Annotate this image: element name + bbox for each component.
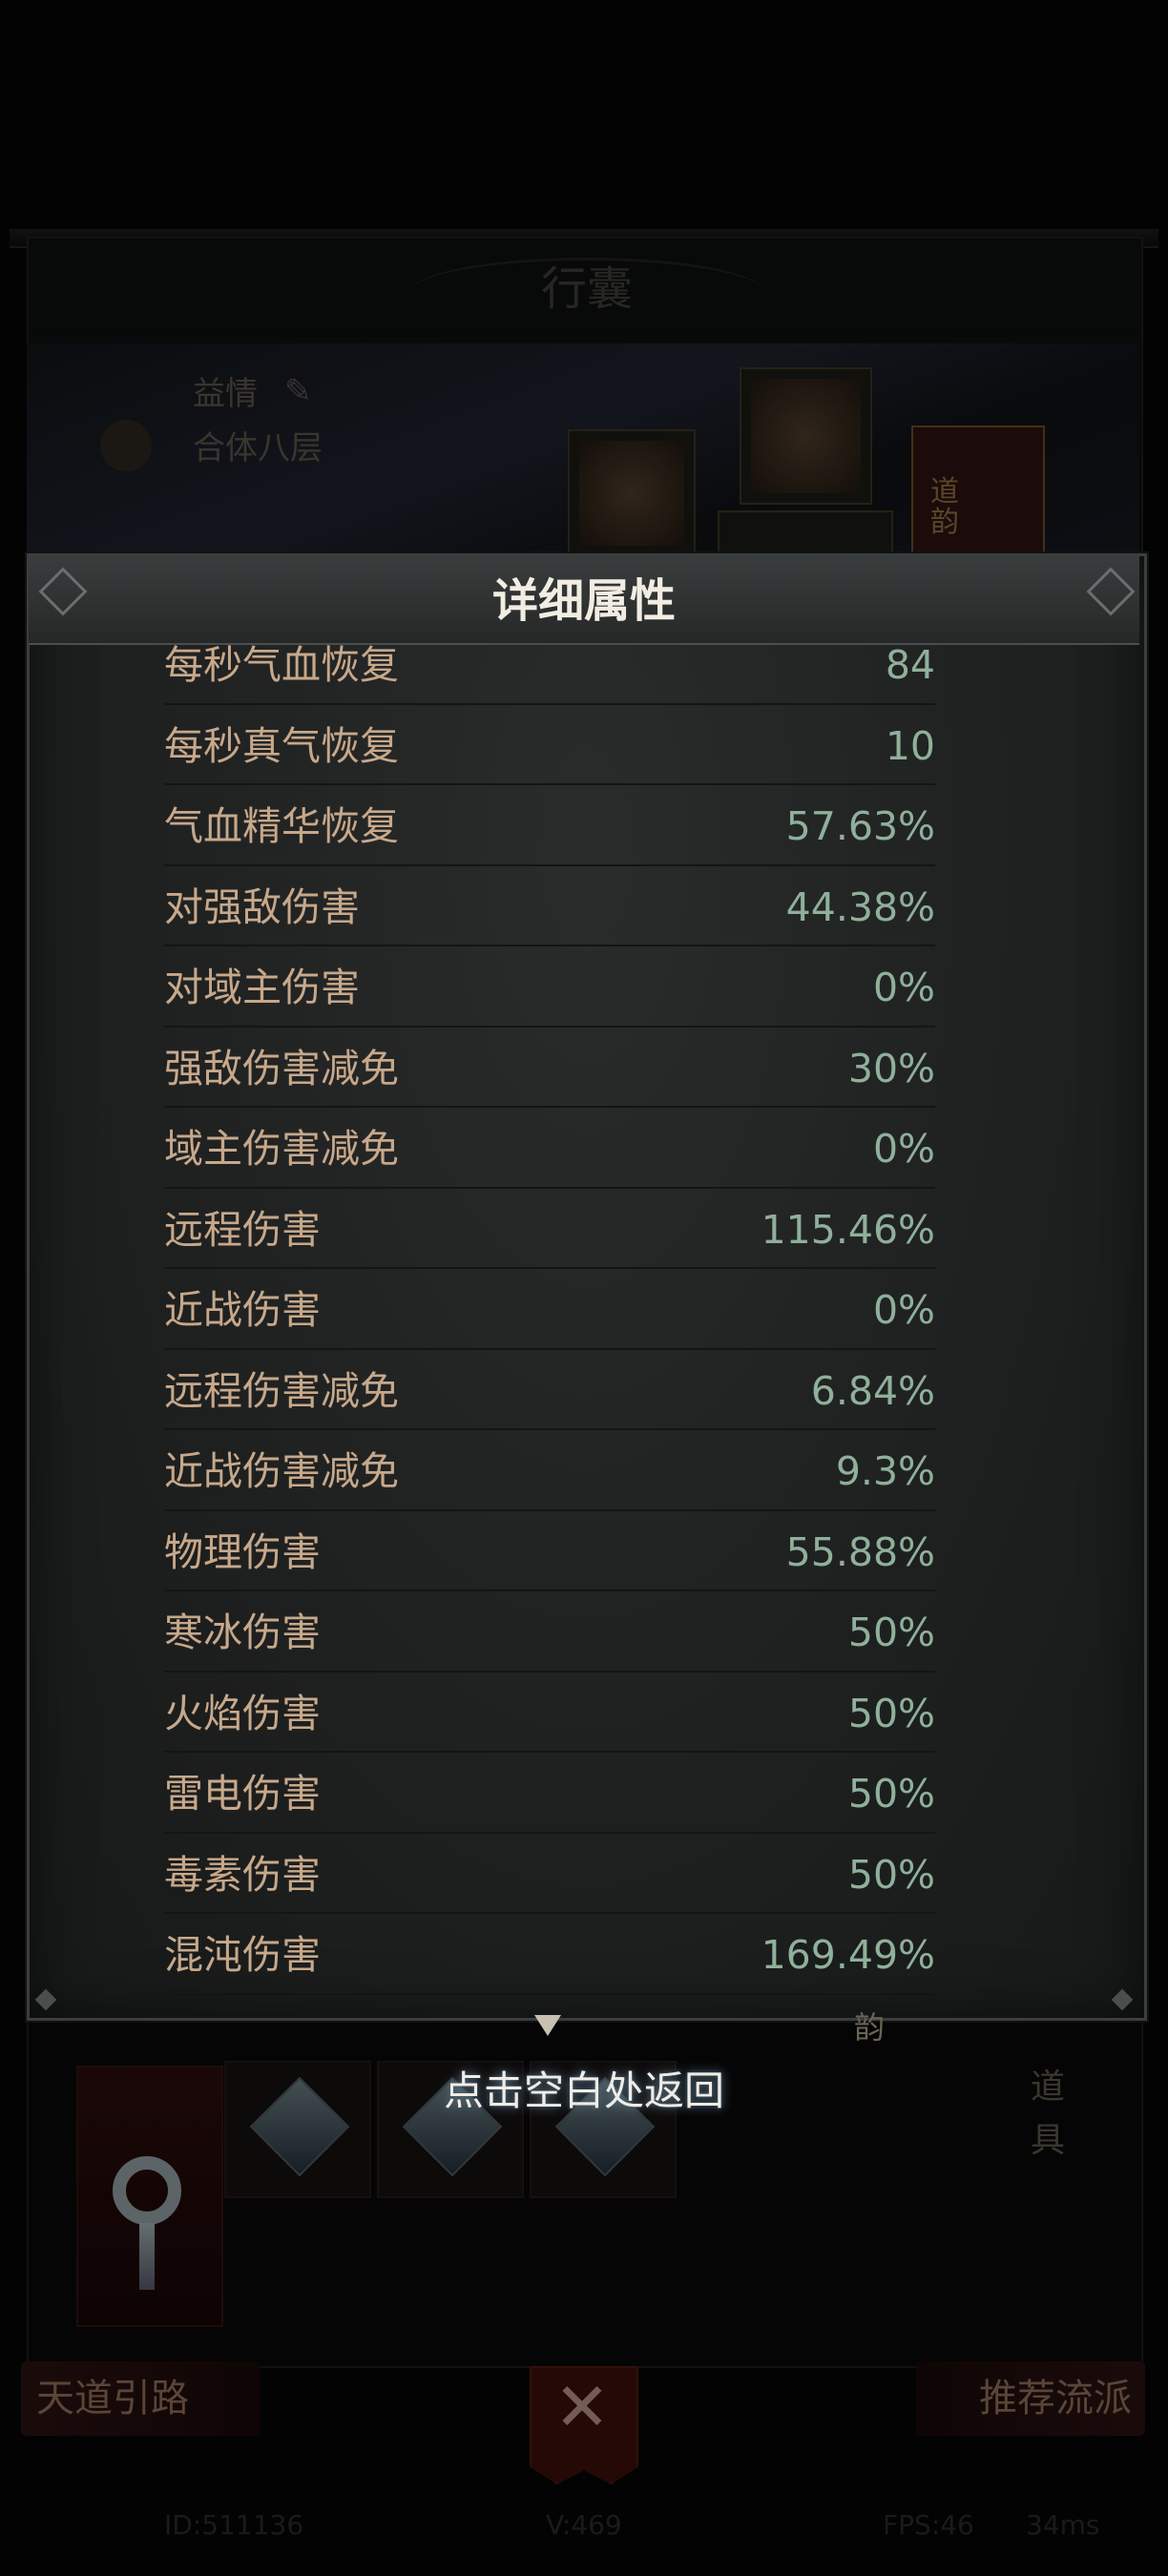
attribute-row: 每秒气血恢复 84 bbox=[164, 626, 935, 705]
attribute-row: 远程伤害 115.46% bbox=[164, 1191, 935, 1269]
attribute-label: 强敌伤害减免 bbox=[164, 1045, 399, 1091]
attribute-label: 寒冰伤害 bbox=[164, 1610, 321, 1655]
attribute-label: 近战伤害 bbox=[164, 1287, 321, 1333]
attribute-label: 每秒气血恢复 bbox=[164, 642, 399, 688]
attribute-value: 50% bbox=[847, 1690, 935, 1736]
attribute-label: 物理伤害 bbox=[164, 1528, 321, 1575]
attribute-label: 毒素伤害 bbox=[164, 1851, 321, 1898]
attribute-row: 近战伤害 0% bbox=[164, 1271, 935, 1350]
tap-to-return-hint: 点击空白处返回 bbox=[443, 2067, 724, 2114]
attribute-value: 6.84% bbox=[810, 1367, 935, 1414]
attribute-row: 域主伤害减免 0% bbox=[164, 1110, 935, 1189]
attribute-label: 对域主伤害 bbox=[164, 965, 360, 1010]
attribute-value: 84 bbox=[885, 642, 935, 688]
attribute-value: 50% bbox=[847, 1771, 935, 1817]
attribute-row: 气血精华恢复 57.63% bbox=[164, 787, 935, 866]
attribute-row: 物理伤害 55.88% bbox=[164, 1513, 935, 1591]
attribute-label: 气血精华恢复 bbox=[164, 803, 399, 849]
attribute-row: 对强敌伤害 44.38% bbox=[164, 868, 935, 946]
attribute-label: 火焰伤害 bbox=[164, 1690, 321, 1736]
attribute-row: 对域主伤害 0% bbox=[164, 948, 935, 1028]
attribute-value: 9.3% bbox=[835, 1448, 935, 1494]
attribute-value: 0% bbox=[872, 965, 935, 1010]
attribute-row: 远程伤害减免 6.84% bbox=[164, 1352, 935, 1430]
attribute-row: 混沌伤害 169.49% bbox=[164, 1916, 935, 1995]
attribute-value: 10 bbox=[885, 722, 935, 769]
attribute-label: 域主伤害减免 bbox=[164, 1126, 399, 1172]
attribute-label: 远程伤害 bbox=[164, 1206, 321, 1253]
panel-title: 详细属性 bbox=[491, 574, 676, 628]
attribute-value: 115.46% bbox=[761, 1206, 935, 1253]
attribute-row: 毒素伤害 50% bbox=[164, 1836, 935, 1914]
attribute-row: 强敌伤害减免 30% bbox=[164, 1029, 935, 1108]
attribute-value: 0% bbox=[872, 1126, 935, 1172]
attribute-row: 近战伤害减免 9.3% bbox=[164, 1432, 935, 1511]
attribute-value: 0% bbox=[872, 1287, 935, 1333]
attribute-row: 每秒真气恢复 10 bbox=[164, 707, 935, 785]
pointer-triangle bbox=[534, 2015, 561, 2036]
attribute-label: 混沌伤害 bbox=[164, 1932, 321, 1978]
attribute-label: 远程伤害减免 bbox=[164, 1367, 399, 1414]
attribute-label: 近战伤害减免 bbox=[164, 1448, 399, 1494]
attribute-value: 44.38% bbox=[785, 883, 935, 930]
attribute-row: 火焰伤害 50% bbox=[164, 1674, 935, 1753]
attribute-value: 50% bbox=[847, 1610, 935, 1655]
attribute-row: 雷电伤害 50% bbox=[164, 1755, 935, 1834]
attribute-label: 雷电伤害 bbox=[164, 1771, 321, 1817]
attribute-value: 55.88% bbox=[785, 1528, 935, 1575]
attributes-list[interactable]: 每秒气血恢复 84 每秒真气恢复 10 气血精华恢复 57.63% 对强敌伤害 44.38% 对… bbox=[164, 626, 935, 1997]
dao-yun-bottom-label: 韵 bbox=[854, 2009, 886, 2046]
attribute-value: 50% bbox=[847, 1851, 935, 1898]
attribute-row: 寒冰伤害 50% bbox=[164, 1593, 935, 1672]
attribute-value: 169.49% bbox=[761, 1932, 935, 1978]
attribute-label: 对强敌伤害 bbox=[164, 883, 360, 930]
attribute-label: 每秒真气恢复 bbox=[164, 722, 399, 769]
attribute-value: 57.63% bbox=[785, 803, 935, 849]
attribute-value: 30% bbox=[847, 1045, 935, 1091]
